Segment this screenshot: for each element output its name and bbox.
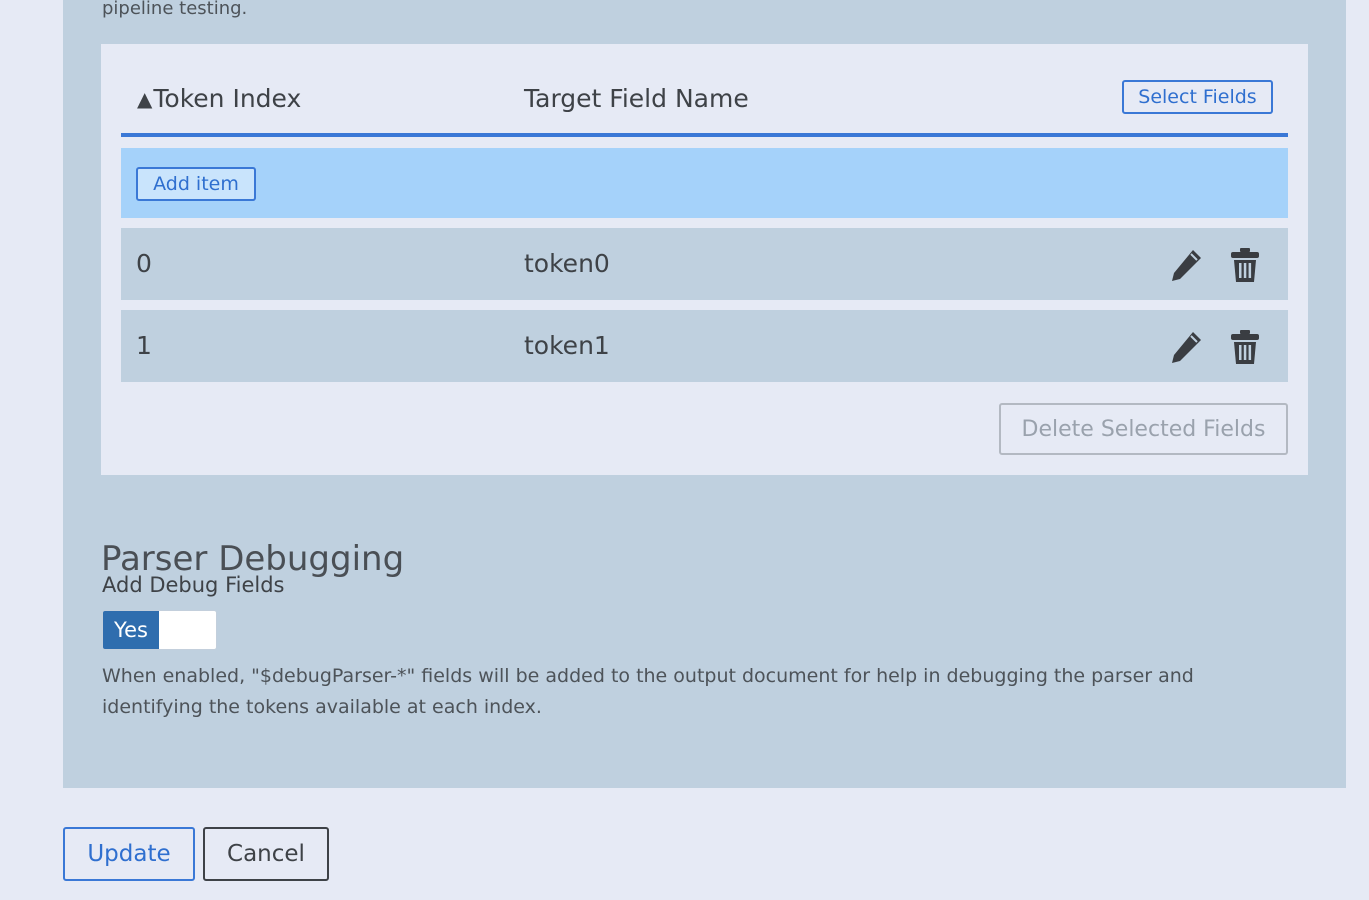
- pencil-icon[interactable]: [1166, 245, 1206, 285]
- token-index-cell: 1: [136, 331, 152, 360]
- trash-icon[interactable]: [1225, 245, 1265, 285]
- trash-icon[interactable]: [1225, 327, 1265, 367]
- sort-ascending-icon: ▲: [137, 87, 153, 111]
- toggle-on-label: Yes: [103, 611, 159, 649]
- column-header-target-field[interactable]: Target Field Name: [524, 81, 749, 117]
- column-header-label: Token Index: [153, 84, 302, 113]
- add-debug-fields-label: Add Debug Fields: [102, 573, 285, 597]
- cancel-button[interactable]: Cancel: [203, 827, 329, 881]
- pencil-icon[interactable]: [1166, 327, 1206, 367]
- token-index-cell: 0: [136, 249, 152, 278]
- select-fields-button[interactable]: Select Fields: [1122, 80, 1273, 114]
- add-item-row: [121, 148, 1288, 218]
- add-item-button[interactable]: Add item: [136, 167, 256, 201]
- target-field-cell: token0: [524, 249, 610, 278]
- table-row[interactable]: 0 token0: [121, 228, 1288, 300]
- column-header-token-index[interactable]: ▲Token Index: [137, 81, 301, 118]
- table-row[interactable]: 1 token1: [121, 310, 1288, 382]
- intro-text: pipeline testing.: [102, 0, 248, 19]
- delete-selected-fields-button[interactable]: Delete Selected Fields: [999, 403, 1288, 455]
- table-header-divider: [121, 133, 1288, 137]
- target-field-cell: token1: [524, 331, 610, 360]
- debug-help-text: When enabled, "$debugParser-*" fields wi…: [102, 665, 1194, 718]
- add-debug-fields-toggle[interactable]: Yes: [102, 610, 217, 650]
- update-button[interactable]: Update: [63, 827, 195, 881]
